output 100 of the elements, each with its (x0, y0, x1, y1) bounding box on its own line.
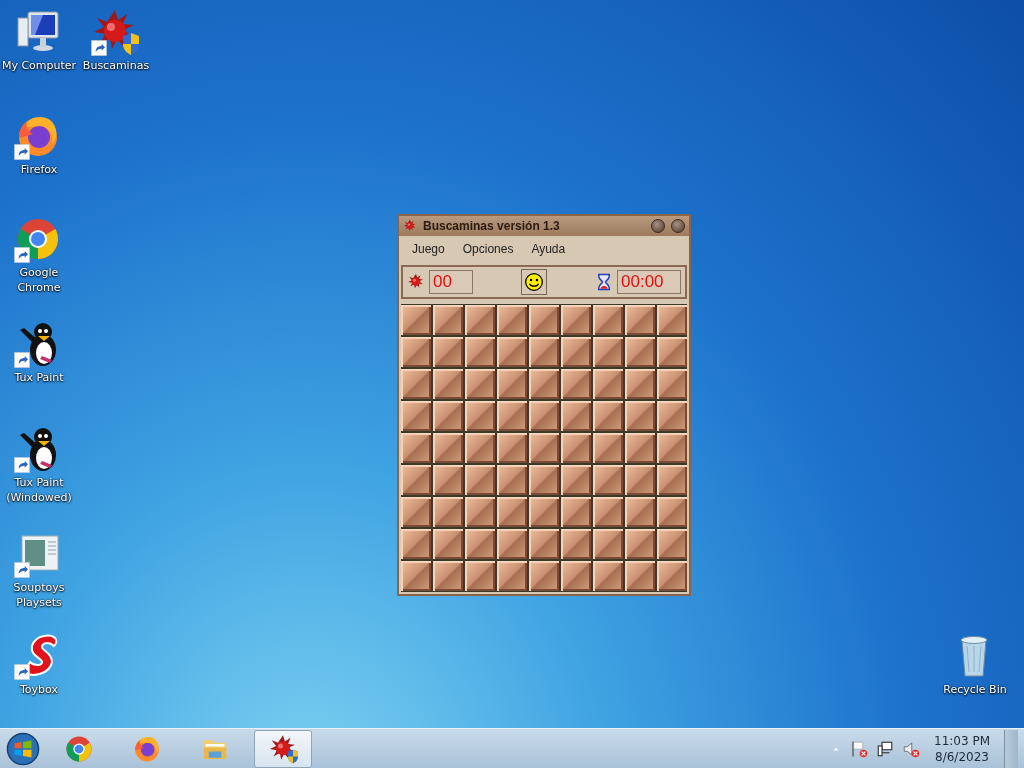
board-tile[interactable] (593, 497, 623, 527)
board-tile[interactable] (593, 305, 623, 335)
smiley-button[interactable] (521, 269, 547, 295)
board-tile[interactable] (465, 497, 495, 527)
board-tile[interactable] (561, 497, 591, 527)
board-tile[interactable] (529, 529, 559, 559)
board-tile[interactable] (465, 529, 495, 559)
board-tile[interactable] (657, 401, 687, 431)
board-tile[interactable] (593, 561, 623, 591)
board-tile[interactable] (657, 497, 687, 527)
board-tile[interactable] (561, 561, 591, 591)
icon-label[interactable]: Souptoys Playsets (0, 580, 78, 610)
board-tile[interactable] (497, 465, 527, 495)
icon-label[interactable]: Firefox (20, 162, 58, 177)
board-tile[interactable] (625, 369, 655, 399)
board-tile[interactable] (465, 369, 495, 399)
board-tile[interactable] (561, 305, 591, 335)
board-tile[interactable] (529, 337, 559, 367)
board-tile[interactable] (529, 305, 559, 335)
board-tile[interactable] (433, 433, 463, 463)
board-tile[interactable] (433, 337, 463, 367)
board-tile[interactable] (497, 529, 527, 559)
flag-icon[interactable] (850, 739, 868, 758)
board-tile[interactable] (561, 401, 591, 431)
icon-label[interactable]: My Computer (1, 58, 77, 73)
board-tile[interactable] (401, 561, 431, 591)
board-tile[interactable] (401, 305, 431, 335)
clock[interactable]: 11:03 PM 8/6/2023 (928, 732, 996, 765)
board-tile[interactable] (657, 369, 687, 399)
menu-item[interactable]: Opciones (453, 240, 523, 258)
board-tile[interactable] (529, 433, 559, 463)
board-tile[interactable] (529, 561, 559, 591)
menu-item[interactable]: Ayuda (522, 240, 575, 258)
board-tile[interactable] (433, 305, 463, 335)
board-tile[interactable] (497, 497, 527, 527)
board-tile[interactable] (561, 465, 591, 495)
board-tile[interactable] (497, 401, 527, 431)
icon-label[interactable]: Tux Paint (Windowed) (0, 475, 78, 505)
start-button[interactable] (6, 731, 40, 766)
board-tile[interactable] (625, 561, 655, 591)
board-tile[interactable] (657, 561, 687, 591)
board-tile[interactable] (401, 433, 431, 463)
icon-label[interactable]: Recycle Bin (943, 682, 1007, 697)
board-tile[interactable] (433, 369, 463, 399)
menu-item[interactable]: Juego (403, 240, 454, 258)
board-tile[interactable] (497, 337, 527, 367)
board-tile[interactable] (561, 433, 591, 463)
board-tile[interactable] (593, 369, 623, 399)
board-tile[interactable] (593, 433, 623, 463)
board-tile[interactable] (465, 401, 495, 431)
board-tile[interactable] (657, 529, 687, 559)
board-tile[interactable] (433, 401, 463, 431)
board-tile[interactable] (529, 497, 559, 527)
board-tile[interactable] (625, 465, 655, 495)
taskbar-button[interactable] (254, 729, 312, 768)
board-tile[interactable] (625, 497, 655, 527)
network-icon[interactable] (876, 739, 894, 758)
board-tile[interactable] (625, 529, 655, 559)
board-tile[interactable] (497, 369, 527, 399)
board-tile[interactable] (465, 465, 495, 495)
board-tile[interactable] (529, 401, 559, 431)
board-tile[interactable] (401, 401, 431, 431)
board-tile[interactable] (433, 497, 463, 527)
board-tile[interactable] (561, 529, 591, 559)
close-button[interactable] (671, 219, 685, 233)
board-tile[interactable] (657, 465, 687, 495)
board-tile[interactable] (401, 369, 431, 399)
board-tile[interactable] (657, 337, 687, 367)
board-tile[interactable] (657, 433, 687, 463)
board-tile[interactable] (625, 433, 655, 463)
board-tile[interactable] (465, 337, 495, 367)
board-tile[interactable] (401, 529, 431, 559)
board-tile[interactable] (529, 369, 559, 399)
board-tile[interactable] (497, 305, 527, 335)
icon-label[interactable]: Tux Paint (14, 370, 64, 385)
board-tile[interactable] (433, 465, 463, 495)
icon-label[interactable]: Google Chrome (0, 265, 78, 295)
minimize-button[interactable] (651, 219, 665, 233)
board-tile[interactable] (625, 305, 655, 335)
board-tile[interactable] (401, 337, 431, 367)
board-tile[interactable] (593, 401, 623, 431)
board-tile[interactable] (433, 529, 463, 559)
board-tile[interactable] (401, 497, 431, 527)
board-tile[interactable] (561, 337, 591, 367)
board-tile[interactable] (561, 369, 591, 399)
board-tile[interactable] (433, 561, 463, 591)
board-tile[interactable] (625, 401, 655, 431)
board-tile[interactable] (497, 433, 527, 463)
board-tile[interactable] (593, 529, 623, 559)
board-tile[interactable] (497, 561, 527, 591)
board-tile[interactable] (529, 465, 559, 495)
board-tile[interactable] (465, 305, 495, 335)
board-tile[interactable] (593, 465, 623, 495)
board-tile[interactable] (465, 433, 495, 463)
board-tile[interactable] (593, 337, 623, 367)
board-tile[interactable] (657, 305, 687, 335)
board-tile[interactable] (625, 337, 655, 367)
speaker-muted-icon[interactable] (902, 739, 920, 758)
icon-label[interactable]: Buscaminas (82, 58, 150, 73)
board-tile[interactable] (465, 561, 495, 591)
